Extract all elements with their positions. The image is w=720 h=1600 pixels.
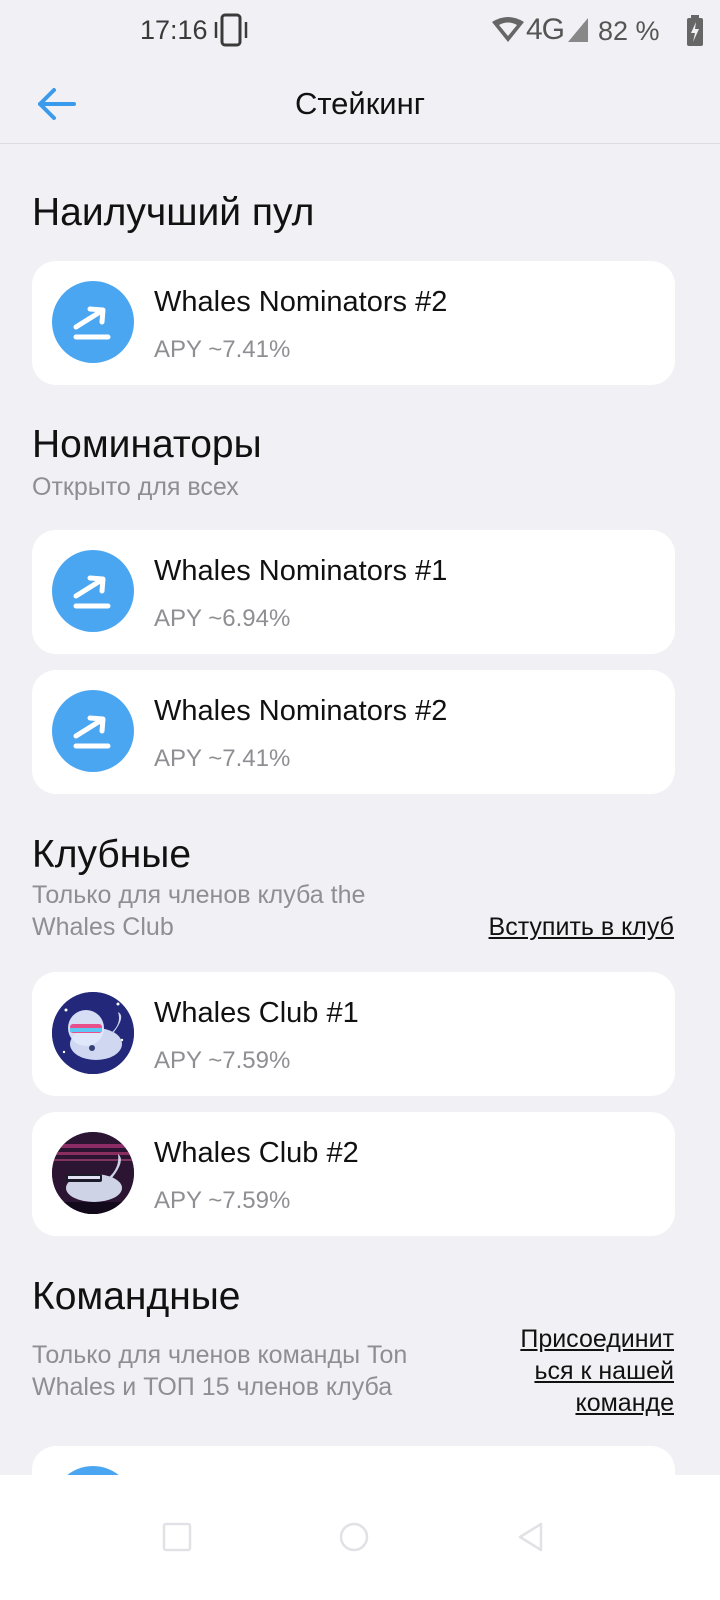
section-title-club: Клубные — [32, 833, 192, 876]
trend-up-icon — [52, 550, 134, 632]
section-title-team: Командные — [32, 1275, 241, 1318]
trend-up-icon — [52, 690, 134, 772]
battery-charging-icon — [687, 15, 703, 46]
pool-name: Whales Nominators #1 — [154, 555, 448, 587]
section-title-best: Наилучший пул — [32, 191, 315, 234]
pool-card[interactable]: Whales Nominators #2 APY ~7.41% — [32, 261, 675, 385]
cell-signal-icon — [568, 18, 588, 42]
join-club-link[interactable]: Вступить в клуб — [489, 911, 674, 943]
section-title-nominators: Номинаторы — [32, 423, 262, 466]
section-subtitle-club: Только для членов клуба the Whales Club — [32, 879, 365, 943]
subtitle-line: Whales Club — [32, 913, 174, 941]
nav-back-icon[interactable] — [514, 1520, 548, 1554]
system-nav-bar — [0, 1475, 720, 1600]
pool-card[interactable]: Whales Nominators #2 APY ~7.41% — [32, 670, 675, 794]
section-subtitle-nominators: Открыто для всех — [32, 473, 239, 501]
status-bar: 17:16 4G 82 % — [0, 0, 720, 62]
pool-apy: APY ~7.41% — [154, 745, 291, 772]
pool-card[interactable]: Whales Nominators #1 APY ~6.94% — [32, 530, 675, 654]
subtitle-line: Whales и ТОП 15 членов клуба — [32, 1373, 393, 1401]
pool-card[interactable]: Whales Club #1 APY ~7.59% — [32, 972, 675, 1096]
pool-name: Whales Nominators #2 — [154, 286, 448, 318]
vibrate-icon — [214, 13, 248, 47]
network-type: 4G — [526, 13, 565, 46]
battery-percent: 82 % — [598, 16, 660, 46]
top-app-bar: Стейкинг — [0, 62, 720, 144]
section-subtitle-team: Только для членов команды Ton Whales и Т… — [32, 1339, 407, 1403]
pool-name: Whales Club #2 — [154, 1137, 359, 1169]
pool-apy: APY ~7.59% — [154, 1187, 291, 1214]
pool-apy: APY ~6.94% — [154, 605, 291, 632]
pool-name: Whales Club #1 — [154, 997, 359, 1029]
join-team-link[interactable]: Присоединит ься к нашей команде — [520, 1323, 674, 1419]
subtitle-line: Только для членов клуба the — [32, 881, 366, 909]
link-line: команде — [575, 1389, 674, 1417]
pool-avatar — [52, 1466, 134, 1475]
status-time: 17:16 — [140, 15, 208, 45]
pool-apy: APY ~7.41% — [154, 336, 291, 363]
pool-apy: APY ~7.59% — [154, 1047, 291, 1074]
pool-card[interactable] — [32, 1446, 675, 1475]
pool-card[interactable]: Whales Club #2 APY ~7.59% — [32, 1112, 675, 1236]
staking-content[interactable]: Наилучший пул Whales Nominators #2 APY ~… — [0, 145, 720, 1475]
subtitle-line: Только для членов команды Ton — [32, 1341, 408, 1369]
whale-synthwave-avatar — [52, 1132, 134, 1214]
signal-group: 4G 82 % — [490, 12, 720, 48]
page-title: Стейкинг — [294, 86, 426, 121]
pool-name: Whales Nominators #2 — [154, 695, 448, 727]
whale-astronaut-avatar — [52, 992, 134, 1074]
trend-up-icon — [52, 281, 134, 363]
link-line: ься к нашей — [534, 1357, 674, 1385]
link-line: Присоединит — [520, 1325, 674, 1353]
home-icon[interactable] — [337, 1520, 371, 1554]
wifi-icon — [492, 17, 524, 42]
recent-apps-icon[interactable] — [160, 1520, 194, 1554]
